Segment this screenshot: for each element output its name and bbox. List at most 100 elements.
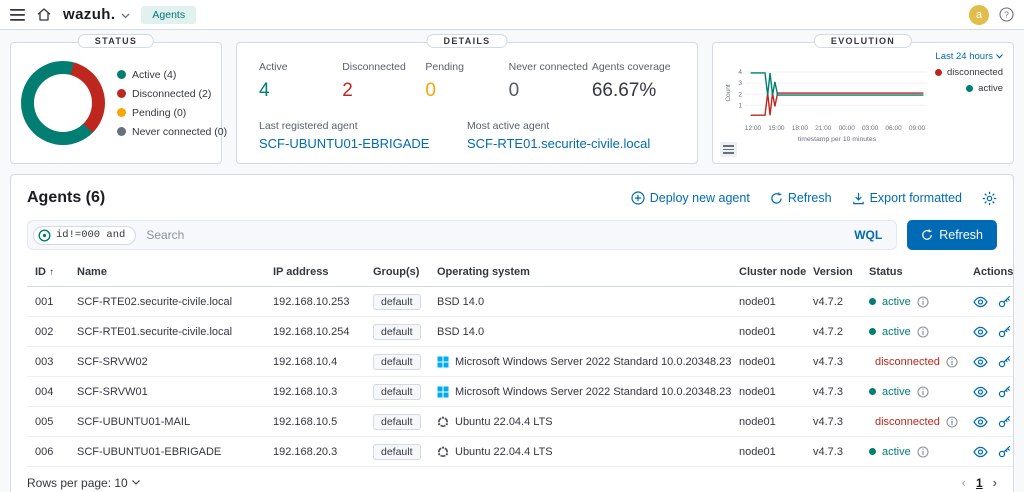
legend-item-never-connected[interactable]: Never connected (0) — [117, 126, 227, 138]
table-row[interactable]: 005 SCF-UBUNTU01-MAIL 192.168.10.5 defau… — [27, 407, 1013, 437]
gear-icon[interactable] — [982, 191, 997, 206]
info-icon[interactable] — [917, 386, 929, 398]
svg-text:18:00: 18:00 — [792, 125, 809, 132]
group-chip[interactable]: default — [373, 444, 421, 460]
previous-page-button[interactable]: ‹ — [962, 475, 966, 490]
status-dot — [869, 448, 876, 455]
column-header-groups[interactable]: Group(s) — [365, 258, 429, 287]
column-header-cluster[interactable]: Cluster node — [731, 258, 805, 287]
cell-cluster-node: node01 — [731, 347, 805, 377]
chart-legend-toggle-icon[interactable] — [720, 142, 737, 157]
cell-version: v4.7.2 — [805, 287, 861, 317]
pending-dot — [117, 108, 126, 117]
evolution-legend-disconnected[interactable]: disconnected — [935, 67, 1003, 78]
table-row[interactable]: 004 SCF-SRVW01 192.168.10.3 default Micr… — [27, 377, 1013, 407]
column-header-os[interactable]: Operating system — [429, 258, 731, 287]
cell-agent-id: 003 — [27, 347, 69, 377]
column-header-status[interactable]: Status — [861, 258, 965, 287]
table-row[interactable]: 001 SCF-RTE02.securite-civile.local 192.… — [27, 287, 1013, 317]
view-agent-icon[interactable] — [973, 386, 988, 398]
table-row[interactable]: 002 SCF-RTE01.securite-civile.local 192.… — [27, 317, 1013, 347]
info-icon[interactable] — [917, 326, 929, 338]
cell-agent-name[interactable]: SCF-RTE01.securite-civile.local — [69, 317, 265, 347]
chevron-down-icon — [996, 54, 1003, 59]
evolution-legend-active[interactable]: active — [935, 83, 1003, 94]
group-chip[interactable]: default — [373, 414, 421, 430]
agents-table: ID ↑ Name IP address Group(s) Operating … — [27, 258, 1013, 467]
filter-pill[interactable]: id!=000 and — [33, 226, 136, 245]
agent-status-donut-chart[interactable] — [21, 61, 105, 145]
circle-plus-icon — [631, 191, 645, 205]
group-chip[interactable]: default — [373, 384, 421, 400]
group-chip[interactable]: default — [373, 354, 421, 370]
avatar[interactable]: a — [969, 5, 989, 25]
stat-coverage: Agents coverage66.67% — [592, 61, 675, 102]
rows-per-page-select[interactable]: Rows per page: 10 — [27, 476, 140, 490]
time-range-select[interactable]: Last 24 hours — [935, 51, 1003, 62]
most-active-agent-link[interactable]: SCF-RTE01.securite-civile.local — [467, 136, 675, 151]
cell-agent-name[interactable]: SCF-UBUNTU01-MAIL — [69, 407, 265, 437]
deploy-new-agent-button[interactable]: Deploy new agent — [631, 191, 750, 205]
agent-key-icon[interactable] — [998, 385, 1011, 398]
column-header-version[interactable]: Version — [805, 258, 861, 287]
legend-item-active[interactable]: Active (4) — [117, 69, 227, 81]
agent-key-icon[interactable] — [998, 325, 1011, 338]
filter-pill-icon — [38, 229, 51, 242]
table-row[interactable]: 006 SCF-UBUNTU01-EBRIGADE 192.168.20.3 d… — [27, 437, 1013, 467]
column-header-name[interactable]: Name — [69, 258, 265, 287]
stat-active: Active4 — [259, 61, 342, 102]
cell-agent-name[interactable]: SCF-RTE02.securite-civile.local — [69, 287, 265, 317]
info-icon[interactable] — [917, 446, 929, 458]
last-registered-agent: Last registered agent SCF-UBUNTU01-EBRIG… — [259, 120, 467, 151]
wql-toggle[interactable]: WQL — [850, 228, 886, 242]
info-icon[interactable] — [946, 416, 958, 428]
svg-text:Count: Count — [725, 84, 732, 102]
ubuntu-icon — [437, 446, 449, 458]
cell-agent-name[interactable]: SCF-SRVW02 — [69, 347, 265, 377]
info-icon[interactable] — [946, 356, 958, 368]
view-agent-icon[interactable] — [973, 446, 988, 458]
view-agent-icon[interactable] — [973, 326, 988, 338]
export-formatted-button[interactable]: Export formatted — [852, 191, 962, 205]
cell-cluster-node: node01 — [731, 377, 805, 407]
legend-item-pending[interactable]: Pending (0) — [117, 107, 227, 119]
column-header-ip[interactable]: IP address — [265, 258, 365, 287]
breadcrumb-agents[interactable]: Agents — [141, 6, 196, 24]
agent-key-icon[interactable] — [998, 415, 1011, 428]
group-chip[interactable]: default — [373, 324, 421, 340]
agent-key-icon[interactable] — [998, 295, 1011, 308]
refresh-link[interactable]: Refresh — [770, 191, 832, 205]
menu-icon[interactable] — [10, 9, 25, 21]
windows-icon — [437, 356, 449, 368]
search-input[interactable] — [146, 228, 850, 242]
home-icon[interactable] — [36, 7, 52, 22]
next-page-button[interactable]: › — [993, 475, 997, 490]
wazuh-logo[interactable]: wazuh. — [63, 6, 130, 23]
info-icon[interactable] — [917, 296, 929, 308]
never-connected-dot — [117, 127, 126, 136]
evolution-panel-title: EVOLUTION — [814, 34, 912, 48]
view-agent-icon[interactable] — [973, 296, 988, 308]
chevron-down-icon — [132, 480, 140, 485]
legend-label: Pending (0) — [132, 107, 186, 119]
cell-ip-address: 192.168.20.3 — [265, 437, 365, 467]
last-registered-agent-link[interactable]: SCF-UBUNTU01-EBRIGADE — [259, 136, 467, 151]
view-agent-icon[interactable] — [973, 416, 988, 428]
page-number[interactable]: 1 — [976, 476, 983, 490]
help-icon[interactable]: ? — [999, 7, 1014, 22]
group-chip[interactable]: default — [373, 294, 421, 310]
cell-agent-name[interactable]: SCF-UBUNTU01-EBRIGADE — [69, 437, 265, 467]
cell-operating-system: Microsoft Windows Server 2022 Standard 1… — [455, 386, 731, 398]
legend-item-disconnected[interactable]: Disconnected (2) — [117, 88, 227, 100]
column-header-id[interactable]: ID ↑ — [27, 258, 69, 287]
view-agent-icon[interactable] — [973, 356, 988, 368]
cell-operating-system: BSD 14.0 — [437, 296, 484, 308]
sort-asc-icon: ↑ — [49, 267, 54, 278]
cell-agent-name[interactable]: SCF-SRVW01 — [69, 377, 265, 407]
refresh-icon — [770, 192, 783, 205]
refresh-button[interactable]: Refresh — [907, 220, 997, 250]
agent-key-icon[interactable] — [998, 445, 1011, 458]
status-text: active — [882, 326, 911, 338]
agent-key-icon[interactable] — [998, 355, 1011, 368]
table-row[interactable]: 003 SCF-SRVW02 192.168.10.4 default Micr… — [27, 347, 1013, 377]
